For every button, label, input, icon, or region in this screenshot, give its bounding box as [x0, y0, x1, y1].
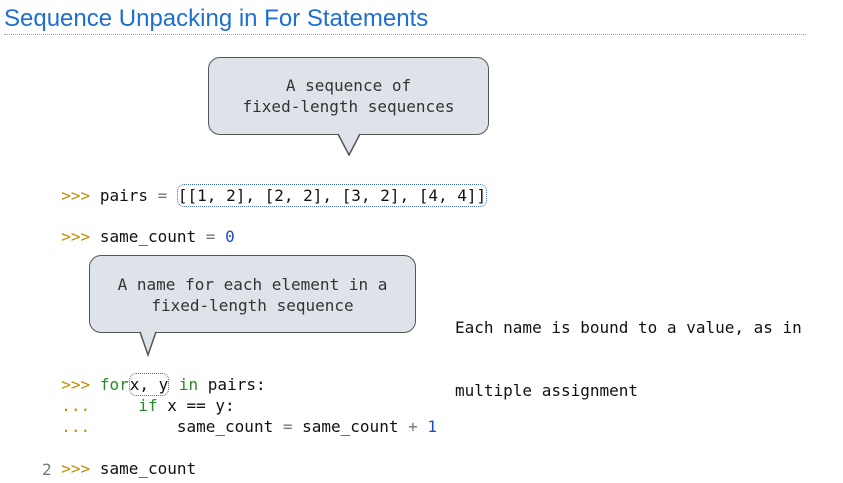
plus-operator: + [408, 417, 418, 436]
number-one: 1 [427, 417, 438, 436]
note-line: Each name is bound to a value, as in [455, 318, 802, 337]
continuation-prompt: ... [61, 417, 91, 436]
pairs-literal: [[1, 2], [2, 2], [3, 2], [4, 4]] [177, 186, 487, 205]
callout-name-per-element: A name for each element in a fixed-lengt… [89, 255, 416, 333]
note-line: multiple assignment [455, 381, 639, 400]
callout-line: fixed-length sequence [151, 296, 354, 315]
explanation-note: Each name is bound to a value, as in mul… [455, 275, 802, 422]
variable-same-count: same_count [176, 417, 274, 436]
variable-same-count: same_count [99, 227, 197, 246]
prompt: >>> [61, 227, 91, 246]
code-line-pairs: >>> pairs = [[1, 2], [2, 2], [3, 2], [4,… [42, 166, 488, 207]
callout-pointer [337, 133, 361, 157]
title-divider [4, 34, 806, 35]
output-value: 2 [42, 460, 52, 479]
prompt: >>> [61, 186, 91, 205]
pairs-literal-highlight: [[1, 2], [2, 2], [3, 2], [4, 4]] [176, 184, 488, 207]
variable-pairs: pairs [99, 186, 148, 205]
prompt: >>> [61, 459, 91, 478]
code-line-init: >>> same_count = 0 [42, 207, 235, 247]
callout-line: A name for each element in a [117, 275, 388, 294]
callout-line: A sequence of [285, 76, 412, 95]
callout-pointer [139, 331, 157, 358]
callout-line: fixed-length sequences [242, 97, 455, 116]
variable-same-count: same_count [99, 459, 197, 478]
assign-operator: = [282, 417, 293, 436]
assign-operator: = [205, 227, 216, 246]
code-line-update: ... same_count = same_count + 1 [42, 397, 437, 437]
assign-operator: = [157, 186, 168, 205]
slide-title: Sequence Unpacking in For Statements [4, 5, 429, 32]
variable-same-count: same_count [302, 417, 399, 436]
number-zero: 0 [225, 227, 235, 246]
callout-sequence-of-sequences: A sequence of fixed-length sequences [208, 57, 489, 135]
code-line-final: >>> same_count [42, 439, 196, 479]
